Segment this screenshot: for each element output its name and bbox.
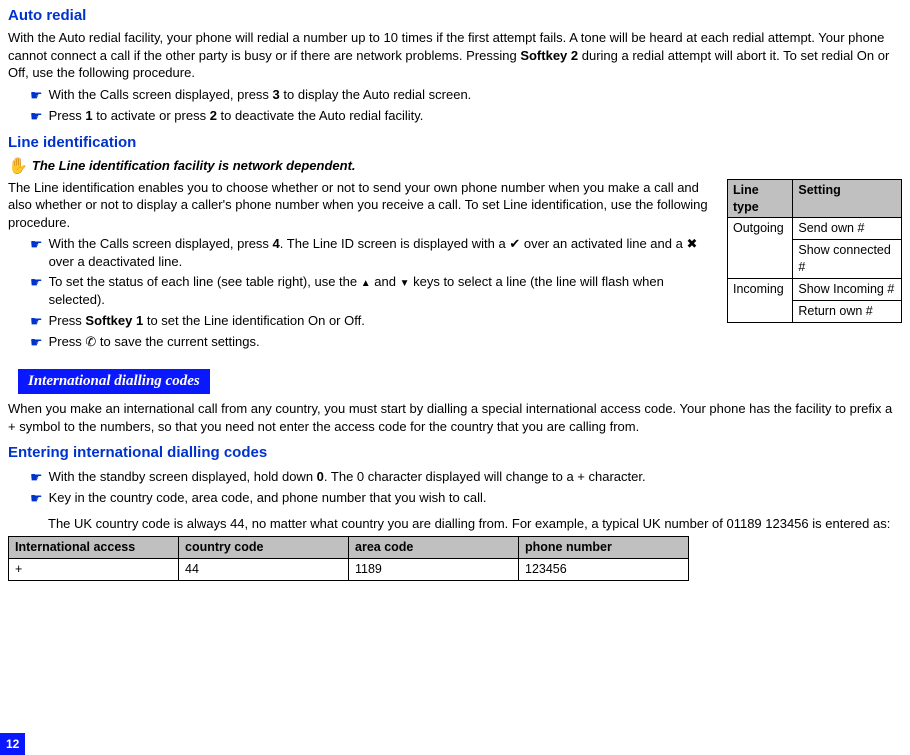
note-text: The Line identification facility is netw… [32,157,356,175]
key-label: Softkey 1 [85,313,143,328]
pointer-icon: ☛ [30,273,43,291]
table-header: International access [9,537,179,559]
text-part: With the standby screen displayed, hold … [49,469,317,484]
pointer-icon: ☛ [30,86,43,104]
heading-auto-redial: Auto redial [8,6,902,26]
table-cell: Return own # [793,300,902,322]
key-label: 0 [317,469,324,484]
check-icon [509,236,520,251]
list-item: ☛ With the standby screen displayed, hol… [30,468,902,486]
intl-steps: ☛ With the standby screen displayed, hol… [8,468,902,507]
line-id-steps: ☛ With the Calls screen displayed, press… [8,235,715,351]
list-item: ☛ To set the status of each line (see ta… [30,273,715,308]
key-label: 4 [273,236,280,251]
hangup-icon [85,334,96,349]
pointer-icon: ☛ [30,333,43,351]
table-cell: + [9,559,179,581]
pointer-icon: ☛ [30,468,43,486]
table-cell: Show connected # [793,240,902,279]
table-header: area code [349,537,519,559]
hand-icon: ✋ [8,157,28,176]
text-part: over a deactivated line. [49,254,183,269]
list-item: ☛ Press to save the current settings. [30,333,715,351]
step-text: With the Calls screen displayed, press 3… [49,86,902,104]
text-part: to set the Line identification On or Off… [143,313,365,328]
intl-subnote: The UK country code is always 44, no mat… [48,515,902,533]
table-cell: Send own # [793,218,902,240]
pointer-icon: ☛ [30,489,43,507]
step-text: Press 1 to activate or press 2 to deacti… [49,107,902,125]
up-arrow-icon [361,274,371,289]
table-header: Line type [728,179,793,218]
text-part: . The 0 character displayed will change … [324,469,646,484]
text-part: Press [49,334,86,349]
line-id-paragraph: The Line identification enables you to c… [8,179,715,232]
step-text: To set the status of each line (see tabl… [49,273,715,308]
text-part: . The Line ID screen is displayed with a [280,236,510,251]
table-header: phone number [519,537,689,559]
intl-example-table: International access country code area c… [8,536,689,581]
text-part: With the Calls screen displayed, press [49,236,273,251]
list-item: ☛ With the Calls screen displayed, press… [30,86,902,104]
table-cell: Incoming [728,279,793,323]
list-item: ☛ Key in the country code, area code, an… [30,489,902,507]
table-cell: 123456 [519,559,689,581]
heading-entering-intl: Entering international dialling codes [8,443,902,463]
text-part: To set the status of each line (see tabl… [49,274,361,289]
text-part: over an activated line and a [520,236,686,251]
table-cell: Show Incoming # [793,279,902,301]
pointer-icon: ☛ [30,107,43,125]
line-type-table: Line type Setting Outgoing Send own # Sh… [727,179,902,323]
table-cell: 1189 [349,559,519,581]
step-text: Press to save the current settings. [49,333,715,351]
down-arrow-icon [400,274,410,289]
cross-icon [686,236,697,251]
text-part: Press [49,313,86,328]
intl-paragraph: When you make an international call from… [8,400,902,435]
section-bar-international: International dialling codes [18,369,210,394]
step-text: Press Softkey 1 to set the Line identifi… [49,312,715,330]
pointer-icon: ☛ [30,235,43,253]
table-header: country code [179,537,349,559]
pointer-icon: ☛ [30,312,43,330]
step-text: Key in the country code, area code, and … [49,489,902,507]
heading-line-identification: Line identification [8,133,902,153]
page-number: 12 [0,733,25,755]
text-part: and [371,274,400,289]
auto-redial-steps: ☛ With the Calls screen displayed, press… [8,86,902,125]
note-row: ✋ The Line identification facility is ne… [8,157,902,176]
step-text: With the standby screen displayed, hold … [49,468,902,486]
list-item: ☛ With the Calls screen displayed, press… [30,235,715,270]
text-part: to save the current settings. [96,334,259,349]
table-cell: 44 [179,559,349,581]
step-text: With the Calls screen displayed, press 4… [49,235,715,270]
list-item: ☛ Press 1 to activate or press 2 to deac… [30,107,902,125]
auto-redial-paragraph: With the Auto redial facility, your phon… [8,29,902,82]
list-item: ☛ Press Softkey 1 to set the Line identi… [30,312,715,330]
table-header: Setting [793,179,902,218]
table-cell: Outgoing [728,218,793,279]
